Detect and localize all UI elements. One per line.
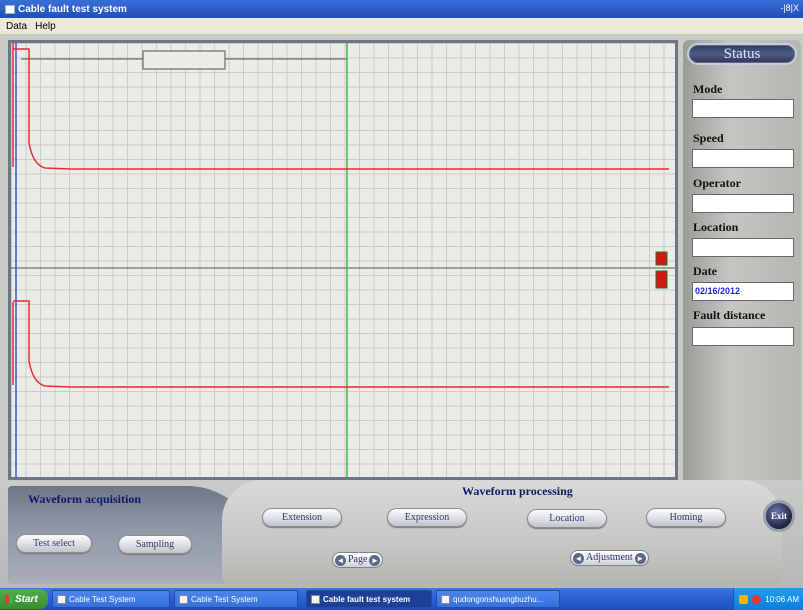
system-tray: 10:06 AM — [733, 588, 803, 610]
location-field[interactable] — [692, 238, 794, 257]
operator-label: Operator — [693, 176, 741, 190]
tray-alert-icon[interactable] — [752, 594, 762, 604]
speed-field[interactable] — [692, 149, 794, 168]
marker-upper[interactable] — [655, 251, 668, 266]
date-label: Date — [693, 264, 717, 278]
location-label: Location — [693, 220, 739, 234]
folder-icon — [179, 594, 188, 604]
marker-lower[interactable] — [655, 270, 668, 289]
waveform-svg — [11, 43, 675, 477]
acquisition-title: Waveform acquisition — [28, 492, 141, 506]
waveform-trace-2 — [12, 300, 669, 388]
taskbar-item-label: Cable fault test system — [323, 594, 411, 604]
taskbar-item-label: Cable Test System — [191, 594, 258, 604]
adjust-prev-icon[interactable]: ◄ — [573, 552, 584, 564]
page-prev-icon[interactable]: ◄ — [335, 554, 346, 566]
fault-distance-field[interactable] — [692, 327, 794, 346]
window-controls[interactable]: -|8|X — [780, 3, 799, 13]
waveform-display — [8, 40, 678, 480]
date-field[interactable]: 02/16/2012 — [692, 282, 794, 301]
page-next-icon[interactable]: ► — [369, 554, 381, 566]
sampling-button[interactable]: Sampling — [118, 535, 192, 554]
document-icon — [441, 594, 450, 604]
menu-bar: Data Help — [0, 18, 803, 34]
status-title: Status — [687, 43, 797, 65]
taskbar-item-3[interactable]: Cable fault test system — [306, 590, 432, 608]
taskbar-item-1[interactable]: Cable Test System — [52, 590, 170, 608]
app-window-icon — [311, 594, 320, 604]
mode-label: Mode — [693, 82, 723, 96]
taskbar: Start Cable Test System Cable Test Syste… — [0, 588, 803, 610]
waveform-plot[interactable] — [11, 43, 675, 477]
adjust-next-icon[interactable]: ► — [634, 552, 646, 564]
windows-flag-icon — [5, 595, 13, 603]
acquisition-panel: Waveform acquisition Test select Samplin… — [8, 486, 258, 584]
app-icon — [5, 4, 15, 14]
operator-field[interactable] — [692, 194, 794, 213]
adjustment-control[interactable]: ◄ Adjustment ► — [570, 550, 649, 566]
extension-button[interactable]: Extension — [262, 508, 342, 527]
control-area: Waveform acquisition Test select Samplin… — [0, 480, 803, 588]
window-title: Cable fault test system — [18, 3, 127, 15]
page-control[interactable]: ◄ Page ► — [332, 552, 384, 568]
fault-distance-label: Fault distance — [693, 308, 766, 322]
taskbar-item-label: qudongonshuangbuzhu... — [453, 594, 544, 604]
zoom-window-handle[interactable] — [142, 50, 226, 70]
menu-help[interactable]: Help — [35, 21, 56, 32]
taskbar-item-label: Cable Test System — [69, 594, 136, 604]
homing-button[interactable]: Homing — [646, 508, 726, 527]
title-bar: Cable fault test system -|8|X — [0, 0, 803, 18]
page-label: Page — [348, 554, 368, 565]
waveform-trace-1 — [12, 43, 669, 170]
folder-icon — [57, 594, 66, 604]
start-button[interactable]: Start — [0, 589, 48, 609]
expression-button[interactable]: Expression — [387, 508, 467, 527]
test-select-button[interactable]: Test select — [16, 534, 92, 553]
processing-panel: Waveform processing Extension Expression… — [222, 480, 782, 586]
location-button[interactable]: Location — [527, 509, 607, 528]
tray-network-icon[interactable] — [739, 594, 749, 604]
exit-button[interactable]: Exit — [763, 500, 795, 532]
processing-title: Waveform processing — [462, 484, 573, 498]
start-label: Start — [15, 593, 38, 605]
clock: 10:06 AM — [765, 594, 799, 604]
menu-data[interactable]: Data — [6, 21, 27, 32]
taskbar-item-2[interactable]: Cable Test System — [174, 590, 298, 608]
taskbar-item-4[interactable]: qudongonshuangbuzhu... — [436, 590, 560, 608]
status-panel: Status Mode Speed Operator Location Date… — [683, 40, 801, 488]
adjustment-label: Adjustment — [586, 552, 633, 563]
speed-label: Speed — [693, 131, 724, 145]
mode-field[interactable] — [692, 99, 794, 118]
